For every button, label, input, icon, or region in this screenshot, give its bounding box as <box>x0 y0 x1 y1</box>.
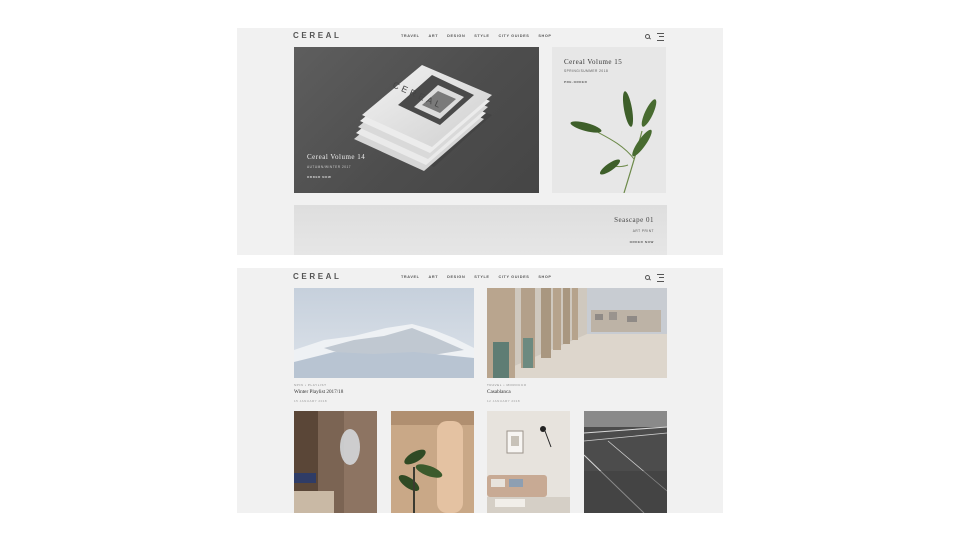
feature-seascape-print[interactable]: Seascape 01 ART PRINT ORDER NOW <box>294 205 667 255</box>
article-thumbnail-living-room[interactable] <box>487 411 570 513</box>
menu-icon[interactable] <box>657 33 664 41</box>
nav-design[interactable]: DESIGN <box>447 275 465 279</box>
nav-design[interactable]: DESIGN <box>447 34 465 38</box>
article-category[interactable]: SPIN • PLAYLIST <box>294 383 327 387</box>
search-icon[interactable] <box>645 275 650 280</box>
leaf-branch-image <box>570 91 657 193</box>
tennis-court-image <box>584 411 667 513</box>
arcade-image <box>487 288 667 378</box>
site-logo[interactable]: CEREAL <box>293 31 342 40</box>
nav-art[interactable]: ART <box>429 34 439 38</box>
site-logo[interactable]: CEREAL <box>293 272 342 281</box>
order-now-link[interactable]: ORDER NOW <box>630 240 654 244</box>
nav-shop[interactable]: SHOP <box>538 34 551 38</box>
article-date: 12 JANUARY 2018 <box>487 399 521 403</box>
article-thumbnail-interior[interactable] <box>294 411 377 513</box>
mountain-image <box>294 288 474 378</box>
magazine-stack-image: CEREAL <box>354 65 492 171</box>
nav-city-guides[interactable]: CITY GUIDES <box>499 275 530 279</box>
feature-title[interactable]: Cereal Volume 14 <box>307 153 365 161</box>
article-title[interactable]: Casablanca <box>487 389 511 395</box>
homepage-screenshot-top: CEREAL TRAVEL ART DESIGN STYLE CITY GUID… <box>237 28 723 255</box>
main-menu: TRAVEL ART DESIGN STYLE CITY GUIDES SHOP <box>401 275 552 279</box>
feature-volume-14[interactable]: CEREAL Cereal Volume 14 AUTUMN/WINTER 20… <box>294 47 539 193</box>
search-icon[interactable] <box>645 34 650 39</box>
article-title[interactable]: Winter Playlist 2017/18 <box>294 389 343 395</box>
nav-art[interactable]: ART <box>429 275 439 279</box>
feature-volume-15[interactable]: Cereal Volume 15 SPRING/SUMMER 2018 PRE-… <box>552 47 666 193</box>
order-now-link[interactable]: ORDER NOW <box>307 175 331 179</box>
nav-style[interactable]: STYLE <box>474 34 489 38</box>
article-thumbnail-plant[interactable] <box>391 411 474 513</box>
nav-style[interactable]: STYLE <box>474 275 489 279</box>
nav-city-guides[interactable]: CITY GUIDES <box>499 34 530 38</box>
main-menu: TRAVEL ART DESIGN STYLE CITY GUIDES SHOP <box>401 34 552 38</box>
article-date: 15 JANUARY 2018 <box>294 399 328 403</box>
top-nav: CEREAL TRAVEL ART DESIGN STYLE CITY GUID… <box>237 28 723 48</box>
living-room-image <box>487 411 570 513</box>
print-title[interactable]: Seascape 01 <box>614 216 654 224</box>
feature-subtitle: AUTUMN/WINTER 2017 <box>307 165 352 169</box>
article-thumbnail-court[interactable] <box>584 411 667 513</box>
article-image-casablanca[interactable] <box>487 288 667 378</box>
nav-shop[interactable]: SHOP <box>538 275 551 279</box>
homepage-screenshot-articles: CEREAL TRAVEL ART DESIGN STYLE CITY GUID… <box>237 268 723 513</box>
nav-travel[interactable]: TRAVEL <box>401 275 420 279</box>
article-image-winter-playlist[interactable] <box>294 288 474 378</box>
nav-travel[interactable]: TRAVEL <box>401 34 420 38</box>
top-nav: CEREAL TRAVEL ART DESIGN STYLE CITY GUID… <box>237 268 723 288</box>
interior-image <box>294 411 377 513</box>
print-subtitle: ART PRINT <box>632 229 654 233</box>
plant-image <box>391 411 474 513</box>
menu-icon[interactable] <box>657 274 664 282</box>
article-category[interactable]: TRAVEL • MOROCCO <box>487 383 527 387</box>
